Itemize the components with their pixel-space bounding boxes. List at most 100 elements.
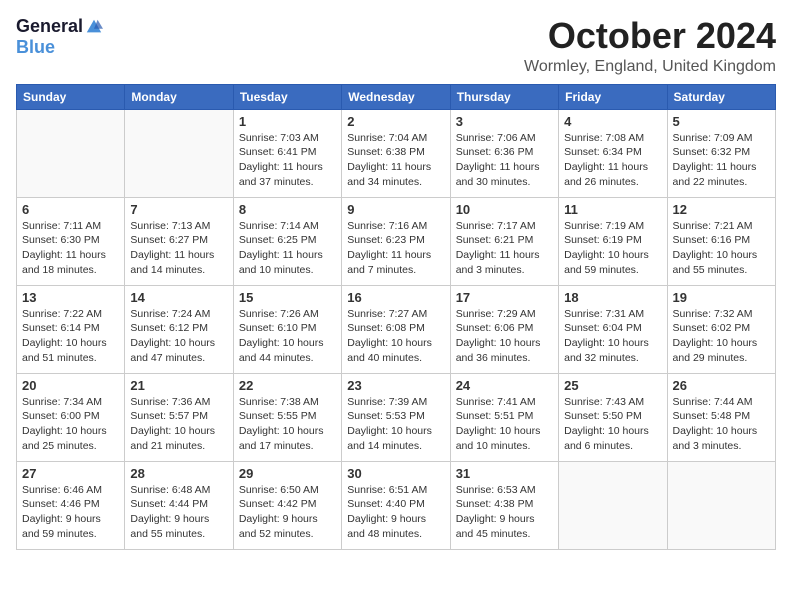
calendar-cell: 9 Sunrise: 7:16 AM Sunset: 6:23 PM Daylig… [342, 197, 450, 285]
day-number: 19 [673, 290, 770, 305]
day-number: 6 [22, 202, 119, 217]
day-info: Sunrise: 7:24 AM Sunset: 6:12 PM Dayligh… [130, 307, 227, 366]
day-info: Sunrise: 7:26 AM Sunset: 6:10 PM Dayligh… [239, 307, 336, 366]
day-info: Sunrise: 7:03 AM Sunset: 6:41 PM Dayligh… [239, 131, 336, 190]
day-number: 13 [22, 290, 119, 305]
day-info: Sunrise: 7:34 AM Sunset: 6:00 PM Dayligh… [22, 395, 119, 454]
day-info: Sunrise: 7:38 AM Sunset: 5:55 PM Dayligh… [239, 395, 336, 454]
calendar-cell: 27Sunrise: 6:46 AM Sunset: 4:46 PM Dayli… [17, 461, 125, 549]
day-info: Sunrise: 7:06 AM Sunset: 6:36 PM Dayligh… [456, 131, 553, 190]
day-number: 23 [347, 378, 444, 393]
weekday-header-row: SundayMondayTuesdayWednesdayThursdayFrid… [17, 84, 776, 109]
day-info: Sunrise: 7:31 AM Sunset: 6:04 PM Dayligh… [564, 307, 661, 366]
day-number: 10 [456, 202, 553, 217]
day-number: 18 [564, 290, 661, 305]
day-number: 14 [130, 290, 227, 305]
day-number: 20 [22, 378, 119, 393]
day-number: 17 [456, 290, 553, 305]
header: General Blue October 2024 Wormley, Engla… [16, 16, 776, 76]
day-number: 7 [130, 202, 227, 217]
calendar-cell: 6 Sunrise: 7:11 AM Sunset: 6:30 PM Daylig… [17, 197, 125, 285]
weekday-monday: Monday [125, 84, 233, 109]
day-info: Sunrise: 7:36 AM Sunset: 5:57 PM Dayligh… [130, 395, 227, 454]
calendar-cell [667, 461, 775, 549]
day-number: 28 [130, 466, 227, 481]
weekday-saturday: Saturday [667, 84, 775, 109]
day-info: Sunrise: 7:11 AM Sunset: 6:30 PM Dayligh… [22, 219, 119, 278]
day-number: 8 [239, 202, 336, 217]
day-info: Sunrise: 7:29 AM Sunset: 6:06 PM Dayligh… [456, 307, 553, 366]
calendar-cell: 15 Sunrise: 7:26 AM Sunset: 6:10 PM Dayli… [233, 285, 341, 373]
day-number: 24 [456, 378, 553, 393]
calendar-cell: 24Sunrise: 7:41 AM Sunset: 5:51 PM Dayli… [450, 373, 558, 461]
logo: General Blue [16, 16, 103, 58]
calendar-cell: 23Sunrise: 7:39 AM Sunset: 5:53 PM Dayli… [342, 373, 450, 461]
day-info: Sunrise: 7:14 AM Sunset: 6:25 PM Dayligh… [239, 219, 336, 278]
week-row-2: 13 Sunrise: 7:22 AM Sunset: 6:14 PM Dayli… [17, 285, 776, 373]
day-info: Sunrise: 7:16 AM Sunset: 6:23 PM Dayligh… [347, 219, 444, 278]
calendar-cell: 20 Sunrise: 7:34 AM Sunset: 6:00 PM Dayli… [17, 373, 125, 461]
day-number: 9 [347, 202, 444, 217]
calendar-cell: 14 Sunrise: 7:24 AM Sunset: 6:12 PM Dayli… [125, 285, 233, 373]
day-info: Sunrise: 7:17 AM Sunset: 6:21 PM Dayligh… [456, 219, 553, 278]
calendar-cell: 16Sunrise: 7:27 AM Sunset: 6:08 PM Dayli… [342, 285, 450, 373]
calendar-cell [559, 461, 667, 549]
week-row-0: 1 Sunrise: 7:03 AM Sunset: 6:41 PM Daylig… [17, 109, 776, 197]
calendar-table: SundayMondayTuesdayWednesdayThursdayFrid… [16, 84, 776, 550]
calendar-cell: 3 Sunrise: 7:06 AM Sunset: 6:36 PM Daylig… [450, 109, 558, 197]
day-number: 26 [673, 378, 770, 393]
calendar-cell [125, 109, 233, 197]
calendar-cell: 19 Sunrise: 7:32 AM Sunset: 6:02 PM Dayli… [667, 285, 775, 373]
day-number: 15 [239, 290, 336, 305]
calendar-cell: 2Sunrise: 7:04 AM Sunset: 6:38 PM Daylig… [342, 109, 450, 197]
day-info: Sunrise: 6:51 AM Sunset: 4:40 PM Dayligh… [347, 483, 444, 542]
day-number: 29 [239, 466, 336, 481]
day-info: Sunrise: 7:08 AM Sunset: 6:34 PM Dayligh… [564, 131, 661, 190]
weekday-tuesday: Tuesday [233, 84, 341, 109]
day-info: Sunrise: 7:13 AM Sunset: 6:27 PM Dayligh… [130, 219, 227, 278]
calendar-cell: 29 Sunrise: 6:50 AM Sunset: 4:42 PM Dayli… [233, 461, 341, 549]
day-info: Sunrise: 7:27 AM Sunset: 6:08 PM Dayligh… [347, 307, 444, 366]
day-info: Sunrise: 7:09 AM Sunset: 6:32 PM Dayligh… [673, 131, 770, 190]
calendar-cell: 18 Sunrise: 7:31 AM Sunset: 6:04 PM Dayli… [559, 285, 667, 373]
day-info: Sunrise: 7:21 AM Sunset: 6:16 PM Dayligh… [673, 219, 770, 278]
day-info: Sunrise: 6:48 AM Sunset: 4:44 PM Dayligh… [130, 483, 227, 542]
weekday-thursday: Thursday [450, 84, 558, 109]
calendar-cell: 8 Sunrise: 7:14 AM Sunset: 6:25 PM Daylig… [233, 197, 341, 285]
day-number: 1 [239, 114, 336, 129]
calendar-cell: 21 Sunrise: 7:36 AM Sunset: 5:57 PM Dayli… [125, 373, 233, 461]
calendar-cell: 10 Sunrise: 7:17 AM Sunset: 6:21 PM Dayli… [450, 197, 558, 285]
title-area: October 2024 Wormley, England, United Ki… [524, 16, 776, 76]
calendar-cell: 4Sunrise: 7:08 AM Sunset: 6:34 PM Daylig… [559, 109, 667, 197]
day-number: 12 [673, 202, 770, 217]
calendar-cell: 1 Sunrise: 7:03 AM Sunset: 6:41 PM Daylig… [233, 109, 341, 197]
day-number: 3 [456, 114, 553, 129]
calendar-cell: 13 Sunrise: 7:22 AM Sunset: 6:14 PM Dayli… [17, 285, 125, 373]
calendar-cell: 28 Sunrise: 6:48 AM Sunset: 4:44 PM Dayli… [125, 461, 233, 549]
day-number: 11 [564, 202, 661, 217]
day-number: 27 [22, 466, 119, 481]
day-info: Sunrise: 6:50 AM Sunset: 4:42 PM Dayligh… [239, 483, 336, 542]
calendar-cell: 11 Sunrise: 7:19 AM Sunset: 6:19 PM Dayli… [559, 197, 667, 285]
calendar-cell: 26Sunrise: 7:44 AM Sunset: 5:48 PM Dayli… [667, 373, 775, 461]
weekday-sunday: Sunday [17, 84, 125, 109]
day-number: 31 [456, 466, 553, 481]
day-info: Sunrise: 7:19 AM Sunset: 6:19 PM Dayligh… [564, 219, 661, 278]
day-number: 21 [130, 378, 227, 393]
day-number: 25 [564, 378, 661, 393]
day-info: Sunrise: 7:22 AM Sunset: 6:14 PM Dayligh… [22, 307, 119, 366]
day-number: 22 [239, 378, 336, 393]
month-title: October 2024 [524, 16, 776, 56]
location-title: Wormley, England, United Kingdom [524, 58, 776, 76]
calendar-cell [17, 109, 125, 197]
week-row-4: 27Sunrise: 6:46 AM Sunset: 4:46 PM Dayli… [17, 461, 776, 549]
calendar-cell: 25 Sunrise: 7:43 AM Sunset: 5:50 PM Dayli… [559, 373, 667, 461]
day-info: Sunrise: 7:43 AM Sunset: 5:50 PM Dayligh… [564, 395, 661, 454]
calendar-cell: 30Sunrise: 6:51 AM Sunset: 4:40 PM Dayli… [342, 461, 450, 549]
week-row-3: 20 Sunrise: 7:34 AM Sunset: 6:00 PM Dayli… [17, 373, 776, 461]
weekday-wednesday: Wednesday [342, 84, 450, 109]
calendar-cell: 31Sunrise: 6:53 AM Sunset: 4:38 PM Dayli… [450, 461, 558, 549]
day-info: Sunrise: 7:32 AM Sunset: 6:02 PM Dayligh… [673, 307, 770, 366]
day-number: 2 [347, 114, 444, 129]
logo-blue: Blue [16, 37, 55, 58]
